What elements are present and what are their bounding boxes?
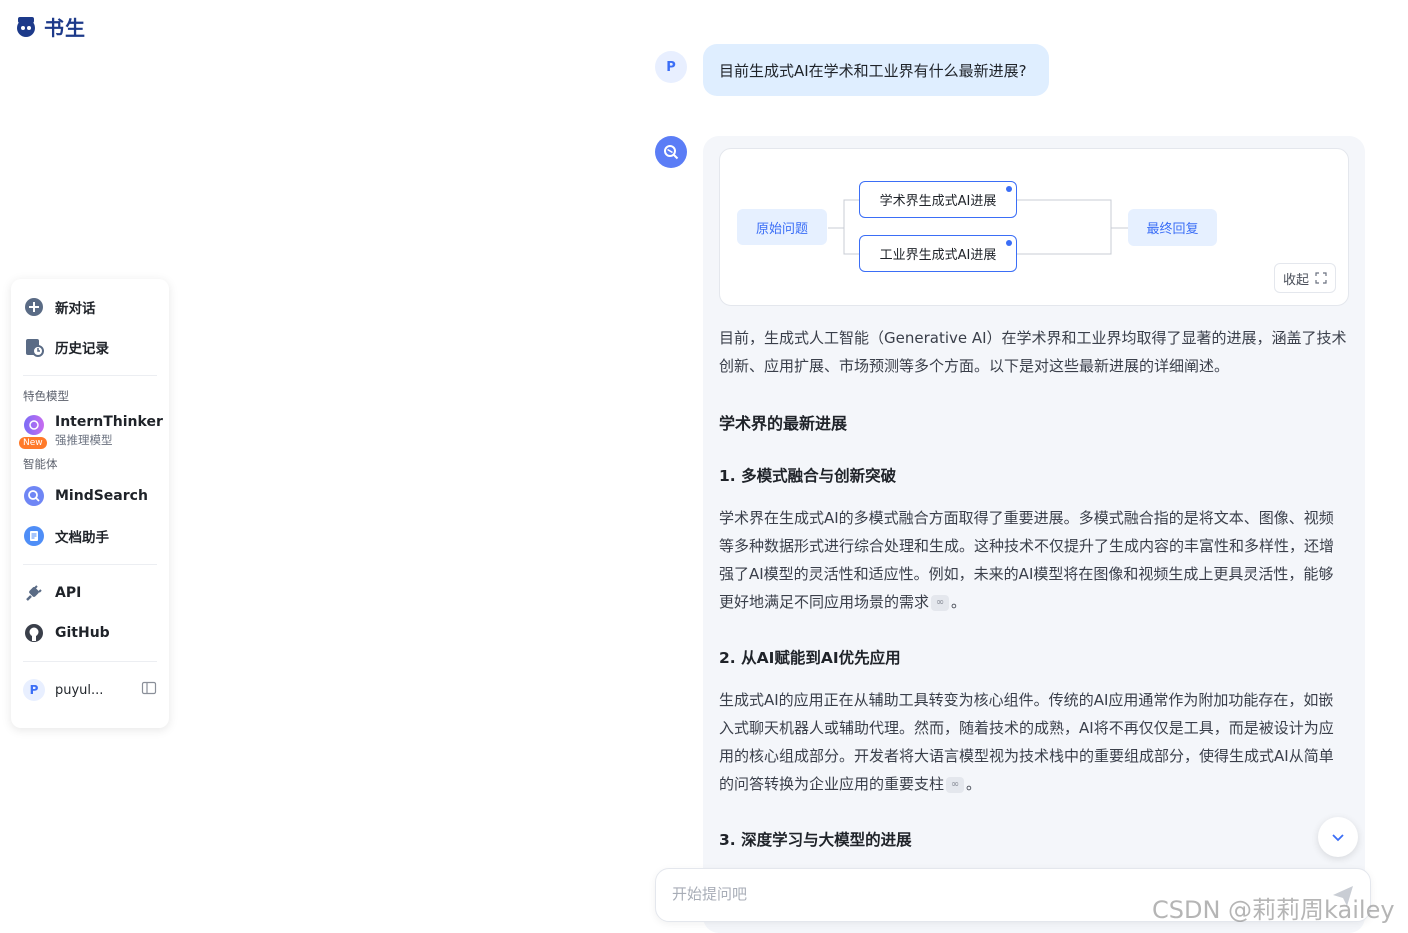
- github-icon: [23, 622, 45, 644]
- sidebar-divider: [23, 375, 157, 376]
- internthinker-subtitle: 强推理模型: [55, 433, 113, 447]
- item-body: 生成式AI的应用正在从辅助工具转变为核心组件。传统的AI应用通常作为附加功能存在…: [719, 686, 1347, 798]
- item-body-tail: 。: [951, 593, 967, 611]
- graph-node-industry[interactable]: 工业界生成式AI进展: [859, 235, 1017, 272]
- graph-node-industry-label: 工业界生成式AI进展: [879, 248, 997, 263]
- graph-node-root[interactable]: 原始问题: [737, 209, 827, 245]
- graph-node-academic[interactable]: 学术界生成式AI进展: [859, 181, 1017, 218]
- assistant-avatar-icon: [655, 136, 687, 168]
- item-title: 3. 深度学习与大模型的进展: [719, 831, 912, 849]
- internthinker-icon: [23, 414, 45, 436]
- answer-intro: 目前，生成式人工智能（Generative AI）在学术界和工业界均取得了显著的…: [719, 329, 1347, 375]
- collapse-graph-button[interactable]: 收起: [1273, 263, 1336, 293]
- item-body-text: 学术界在生成式AI的多模式融合方面取得了重要进展。多模式融合指的是将文本、图像、…: [719, 509, 1335, 611]
- github-label: GitHub: [55, 625, 110, 641]
- document-assistant-label: 文档助手: [55, 530, 109, 546]
- sidebar: 新对话 历史记录 特色模型 New InternThinker 强推理模型 智能…: [11, 279, 169, 728]
- node-status-dot: [1006, 186, 1012, 192]
- item-body-text: 生成式AI的应用正在从辅助工具转变为核心组件。传统的AI应用通常作为附加功能存在…: [719, 691, 1334, 793]
- reference-link-icon[interactable]: ∞: [931, 594, 950, 611]
- collapse-label: 收起: [1282, 272, 1309, 288]
- api-label: API: [55, 585, 82, 601]
- search-graph-card: 原始问题 学术界生成式AI进展 工业界生成式AI进展 最终回复 收起: [719, 148, 1349, 306]
- plug-icon: [23, 582, 45, 604]
- item-title: 1. 多模式融合与创新突破: [719, 467, 897, 485]
- brand-logo[interactable]: 书生: [12, 12, 86, 41]
- user-message-avatar: P: [655, 51, 687, 83]
- item-body: 学术界在生成式AI的多模式融合方面取得了重要进展。多模式融合指的是将文本、图像、…: [719, 504, 1347, 616]
- user-avatar: P: [23, 679, 45, 701]
- sidebar-item-api[interactable]: API: [23, 573, 157, 613]
- watermark: CSDN @莉莉周kailey: [1152, 896, 1395, 924]
- sidebar-divider: [23, 661, 157, 662]
- sidebar-item-document-assistant[interactable]: 文档助手: [23, 516, 157, 556]
- section-title: 学术界的最新进展: [719, 414, 848, 433]
- sidebar-toggle-icon[interactable]: [141, 680, 157, 700]
- new-badge: New: [19, 437, 47, 449]
- user-name: puyul...: [55, 682, 104, 698]
- scholar-logo-icon: [17, 16, 35, 37]
- sidebar-divider: [23, 564, 157, 565]
- item-title: 2. 从AI赋能到AI优先应用: [719, 649, 901, 667]
- featured-models-heading: 特色模型: [23, 389, 69, 403]
- internthinker-label: InternThinker: [55, 414, 163, 430]
- sidebar-item-internthinker[interactable]: New InternThinker 强推理模型: [19, 408, 163, 456]
- user-question-bubble: 目前生成式AI在学术和工业界有什么最新进展?: [703, 44, 1049, 96]
- brand-name: 书生: [44, 16, 86, 40]
- history-label: 历史记录: [55, 341, 109, 357]
- chevron-down-icon: [1332, 834, 1344, 842]
- plus-chat-icon: [23, 296, 45, 318]
- assistant-answer: 原始问题 学术界生成式AI进展 工业界生成式AI进展 最终回复 收起 目前，生成…: [703, 136, 1365, 933]
- scroll-to-bottom-button[interactable]: [1318, 817, 1358, 857]
- new-chat-button[interactable]: 新对话: [23, 287, 157, 327]
- new-chat-label: 新对话: [55, 301, 96, 317]
- mindsearch-icon: [23, 485, 45, 507]
- sidebar-item-github[interactable]: GitHub: [23, 613, 157, 653]
- user-profile[interactable]: P puyul...: [23, 670, 157, 710]
- graph-node-academic-label: 学术界生成式AI进展: [879, 194, 997, 209]
- reference-link-icon[interactable]: ∞: [946, 776, 965, 793]
- item-body-tail: 。: [966, 775, 982, 793]
- sidebar-item-mindsearch[interactable]: MindSearch: [23, 476, 157, 516]
- document-icon: [23, 525, 45, 547]
- graph-node-final[interactable]: 最终回复: [1128, 209, 1217, 246]
- mindsearch-label: MindSearch: [55, 488, 148, 504]
- node-status-dot: [1006, 240, 1012, 246]
- collapse-icon: [1315, 272, 1327, 284]
- history-icon: [23, 336, 45, 358]
- history-button[interactable]: 历史记录: [23, 327, 157, 367]
